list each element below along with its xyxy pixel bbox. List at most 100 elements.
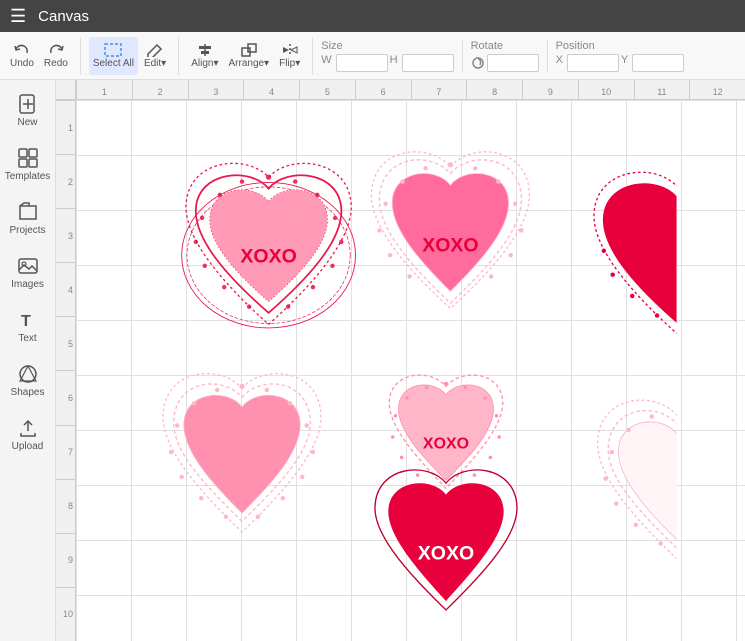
new-icon [17, 93, 39, 115]
flip-button[interactable]: Flip▾ [275, 37, 304, 75]
x-label: X [556, 54, 563, 72]
sidebar-item-new-label: New [17, 117, 37, 128]
flip-label: Flip▾ [279, 58, 300, 69]
text-icon: T [17, 309, 39, 331]
sidebar-item-upload[interactable]: Upload [3, 408, 53, 460]
sidebar-item-projects[interactable]: Projects [3, 192, 53, 244]
width-input[interactable] [336, 54, 388, 72]
ruler-tick-h: 4 [243, 80, 299, 99]
ruler-tick-h: 12 [689, 80, 745, 99]
shapes-icon [17, 363, 39, 385]
sidebar-item-shapes-label: Shapes [11, 387, 45, 398]
ruler-tick-h: 7 [411, 80, 467, 99]
sidebar-item-new[interactable]: New [3, 84, 53, 136]
sidebar-item-shapes[interactable]: Shapes [3, 354, 53, 406]
select-all-label: Select All [93, 58, 134, 69]
ruler-tick-v: 10 [56, 587, 75, 641]
ruler-h-ticks: 1 2 3 4 5 6 7 8 9 10 11 12 [76, 80, 745, 99]
menu-button[interactable]: ☰ [10, 6, 26, 27]
rotate-group: Rotate [471, 40, 548, 72]
main-layout: New Templates Projects [0, 80, 745, 641]
undo-label: Undo [10, 58, 34, 69]
sidebar-item-templates[interactable]: Templates [3, 138, 53, 190]
sidebar-item-text[interactable]: T Text [3, 300, 53, 352]
size-group: Size W H [321, 40, 462, 72]
ruler-tick-v: 1 [56, 100, 75, 154]
sidebar: New Templates Projects [0, 80, 56, 641]
w-label: W [321, 54, 331, 72]
heart-3[interactable] [594, 172, 745, 333]
upload-icon [17, 417, 39, 439]
y-input[interactable] [632, 54, 684, 72]
sidebar-item-text-label: Text [18, 333, 36, 344]
ruler-tick-h: 3 [188, 80, 244, 99]
ruler-horizontal: 1 2 3 4 5 6 7 8 9 10 11 12 [76, 80, 745, 100]
position-label: Position [556, 40, 683, 52]
ruler-tick-h: 5 [299, 80, 355, 99]
x-input[interactable] [567, 54, 619, 72]
ruler-v-ticks: 1 2 3 4 5 6 7 8 9 10 [56, 100, 75, 641]
ruler-tick-h: 6 [355, 80, 411, 99]
sidebar-item-images[interactable]: Images [3, 246, 53, 298]
ruler-tick-h: 1 [76, 80, 132, 99]
svg-text:T: T [21, 313, 31, 330]
canvas-area[interactable]: 1 2 3 4 5 6 7 8 9 10 11 12 1 2 3 4 5 [56, 80, 745, 641]
templates-icon [17, 147, 39, 169]
heart-7[interactable] [598, 400, 745, 558]
topbar: ☰ Canvas [0, 0, 745, 32]
heart-5-text: XOXO [423, 436, 469, 453]
hearts-canvas: XOXO [76, 100, 745, 641]
ruler-tick-v: 5 [56, 316, 75, 370]
ruler-tick-h: 8 [466, 80, 522, 99]
y-label: Y [621, 54, 628, 72]
sidebar-item-upload-label: Upload [12, 441, 44, 452]
heart-4[interactable] [163, 374, 321, 532]
heart-1[interactable]: XOXO [182, 163, 356, 328]
toolbar: Undo Redo Select All Edit▾ Align▾ Arrang… [0, 32, 745, 80]
redo-button[interactable]: Redo [40, 37, 72, 75]
redo-label: Redo [44, 58, 68, 69]
ruler-tick-v: 6 [56, 370, 75, 424]
ruler-tick-v: 7 [56, 425, 75, 479]
arrange-label: Arrange▾ [228, 58, 269, 69]
heart-1-text: XOXO [240, 245, 296, 267]
align-button[interactable]: Align▾ [187, 37, 222, 75]
select-all-button[interactable]: Select All [89, 37, 138, 75]
ruler-tick-h: 2 [132, 80, 188, 99]
ruler-vertical: 1 2 3 4 5 6 7 8 9 10 [56, 100, 76, 641]
sidebar-item-templates-label: Templates [5, 171, 51, 182]
ruler-tick-v: 8 [56, 479, 75, 533]
align-label: Align▾ [191, 58, 218, 69]
h-label: H [390, 54, 398, 72]
arrange-button[interactable]: Arrange▾ [224, 37, 273, 75]
edit-label: Edit▾ [144, 58, 166, 69]
sidebar-item-images-label: Images [11, 279, 44, 290]
align-group: Align▾ Arrange▾ Flip▾ [187, 37, 313, 75]
heart-2[interactable]: XOXO [371, 152, 529, 309]
ruler-tick-h: 9 [522, 80, 578, 99]
ruler-tick-h: 11 [634, 80, 690, 99]
canvas-grid[interactable]: XOXO [76, 100, 745, 641]
ruler-tick-v: 2 [56, 154, 75, 208]
heart-2-text: XOXO [422, 235, 478, 257]
images-icon [17, 255, 39, 277]
rotate-input[interactable] [487, 54, 539, 72]
sidebar-item-projects-label: Projects [9, 225, 45, 236]
ruler-tick-v: 4 [56, 262, 75, 316]
position-group: Position X Y [556, 40, 693, 72]
projects-icon [17, 201, 39, 223]
edit-button[interactable]: Edit▾ [140, 37, 170, 75]
rotate-label: Rotate [471, 40, 537, 52]
app-title: Canvas [38, 8, 89, 25]
height-input[interactable] [402, 54, 454, 72]
ruler-tick-v: 3 [56, 208, 75, 262]
heart-6-text: XOXO [418, 542, 474, 564]
ruler-tick-h: 10 [578, 80, 634, 99]
heart-6[interactable]: XOXO [375, 470, 517, 610]
undo-redo-group: Undo Redo [6, 37, 81, 75]
ruler-tick-v: 9 [56, 533, 75, 587]
select-group: Select All Edit▾ [89, 37, 179, 75]
size-label: Size [321, 40, 451, 52]
undo-button[interactable]: Undo [6, 37, 38, 75]
heart-5[interactable]: XOXO [389, 375, 503, 488]
